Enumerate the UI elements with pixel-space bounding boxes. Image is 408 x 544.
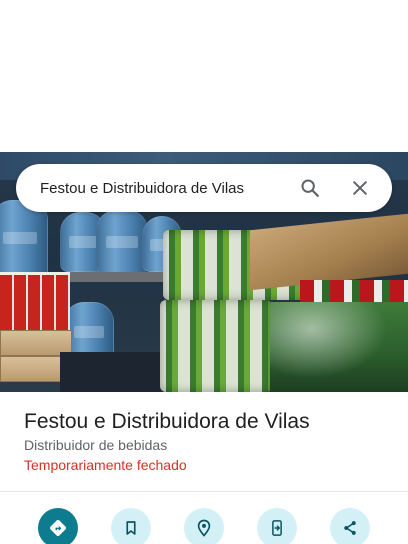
search-bar[interactable]: Festou e Distribuidora de Vilas [16,164,392,212]
wrapped-bottles [270,302,408,392]
share-icon [341,519,359,537]
soda-cans [0,272,70,332]
place-status: Temporariamente fechado [24,457,187,473]
search-input[interactable]: Festou e Distribuidora de Vilas [40,180,292,197]
share-button[interactable] [330,508,370,544]
save-bookmark-icon [122,519,140,537]
place-title: Festou e Distribuidora de Vilas [24,410,310,433]
nearby-button[interactable] [184,508,224,544]
send-to-phone-icon [268,519,286,537]
bottle-pack [160,300,272,392]
divider [0,491,408,492]
search-icon [299,177,321,199]
place-screen: Festou e Distribuidora de Vilas Festou e… [0,0,408,544]
shelf [60,272,170,282]
send-to-phone-button[interactable] [257,508,297,544]
nearby-location-icon [194,518,214,538]
clear-search-button[interactable] [342,170,378,206]
place-category[interactable]: Distribuidor de bebidas [24,437,167,453]
search-button[interactable] [292,170,328,206]
directions-button[interactable] [38,508,78,544]
cardboard-pile [250,213,408,291]
close-icon [350,178,370,198]
directions-icon [48,518,68,538]
water-jug [96,210,148,274]
water-jug [0,200,48,280]
save-button[interactable] [111,508,151,544]
